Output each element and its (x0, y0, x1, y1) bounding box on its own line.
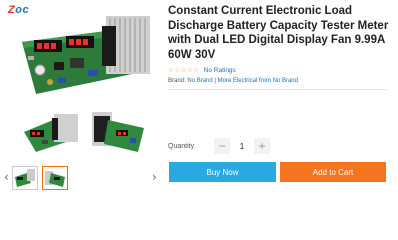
more-from-brand-link[interactable]: More Electrical from No Brand (218, 78, 298, 84)
product-title: Constant Current Electronic Load Dischar… (168, 5, 389, 61)
brand-label: Brand: (168, 78, 186, 84)
gallery-prev-icon[interactable]: ‹ (4, 170, 9, 184)
buy-now-button[interactable]: Buy Now (169, 162, 276, 182)
thumbnail-2[interactable] (42, 166, 68, 190)
rating-row: ☆☆☆☆☆ No Ratings (168, 66, 396, 74)
quantity-decrease-button[interactable]: − (214, 138, 230, 154)
gallery-next-icon[interactable]: › (152, 170, 157, 184)
brand-link[interactable]: No Brand (187, 78, 212, 84)
product-image-angle-2[interactable] (90, 108, 148, 156)
divider (168, 89, 388, 90)
add-to-cart-button[interactable]: Add to Cart (280, 162, 386, 182)
product-gallery: Zoc ‹ › (0, 0, 160, 240)
product-details: Constant Current Electronic Load Dischar… (168, 0, 396, 90)
brand-separator: | (214, 78, 216, 84)
brand-row: Brand: No Brand | More Electrical from N… (168, 78, 396, 84)
quantity-increase-button[interactable]: + (254, 138, 270, 154)
thumbnail-1-image (15, 169, 35, 187)
thumbnail-2-image (45, 171, 65, 187)
ratings-link[interactable]: No Ratings (204, 67, 236, 74)
main-product-image[interactable] (14, 12, 158, 102)
quantity-label: Quantity (168, 142, 195, 150)
star-rating-icon: ☆☆☆☆☆ (168, 66, 200, 74)
product-image-angle-1[interactable] (22, 110, 82, 156)
quantity-selector: Quantity − 1 + (168, 138, 270, 154)
thumbnail-1[interactable] (12, 166, 38, 190)
quantity-value[interactable]: 1 (230, 142, 254, 151)
